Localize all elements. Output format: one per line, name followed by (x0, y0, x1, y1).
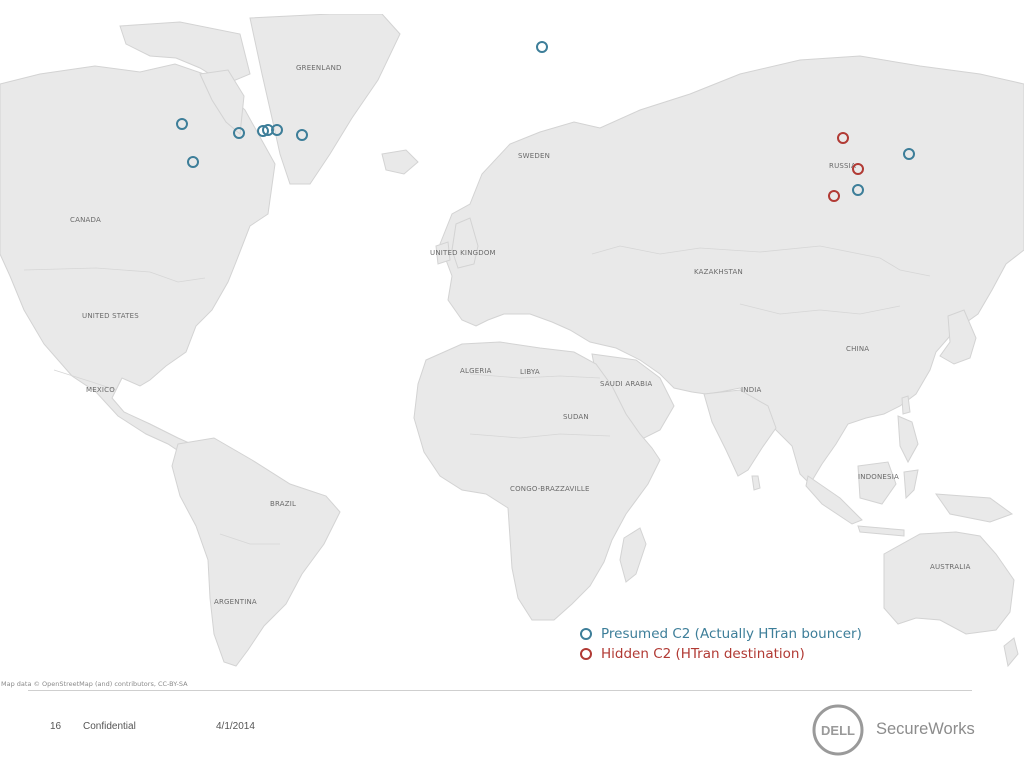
label-united-states: UNITED STATES (82, 312, 139, 320)
sumatra (805, 475, 863, 525)
classification-label: Confidential (83, 721, 136, 732)
madagascar (619, 527, 647, 583)
label-india: INDIA (741, 386, 762, 394)
taiwan (901, 395, 911, 415)
label-argentina: ARGENTINA (214, 598, 257, 606)
dell-logo-text: DELL (821, 723, 855, 738)
brand-name: SecureWorks (876, 720, 975, 738)
page-number: 16 (50, 721, 62, 732)
label-brazil: BRAZIL (270, 500, 297, 508)
label-kazakhstan: KAZAKHSTAN (694, 268, 743, 276)
label-indonesia: INDONESIA (858, 473, 899, 481)
sri-lanka (751, 475, 761, 491)
presumed-c2-marker[interactable] (851, 183, 864, 196)
label-australia: AUSTRALIA (930, 563, 971, 571)
new-zealand (1003, 637, 1019, 668)
label-congo-brazzaville: CONGO-BRAZZAVILLE (510, 485, 590, 493)
map-attribution: Map data © OpenStreetMap (and) contribut… (1, 680, 188, 688)
label-sweden: SWEDEN (518, 152, 551, 160)
label-china: CHINA (846, 345, 870, 353)
label-libya: LIBYA (520, 368, 540, 376)
world-map (0, 14, 1024, 668)
dell-logo-icon: DELL (812, 704, 864, 756)
presumed-c2-marker[interactable] (175, 118, 188, 131)
label-canada: CANADA (70, 216, 101, 224)
sulawesi (903, 469, 919, 500)
presumed-c2-marker[interactable] (295, 129, 308, 142)
borneo (857, 461, 897, 505)
hidden-c2-marker[interactable] (828, 189, 841, 202)
philippines (897, 415, 919, 464)
label-greenland: GREENLAND (296, 64, 342, 72)
legend-item-hidden: Hidden C2 (HTran destination) (580, 644, 862, 664)
label-algeria: ALGERIA (460, 367, 492, 375)
legend: Presumed C2 (Actually HTran bouncer) Hid… (580, 624, 862, 664)
iceland-landmass (381, 149, 419, 175)
slide-date: 4/1/2014 (216, 721, 255, 732)
presumed-c2-marker[interactable] (903, 147, 916, 160)
hidden-circle-icon (580, 648, 592, 660)
new-guinea (934, 493, 1014, 523)
legend-item-presumed: Presumed C2 (Actually HTran bouncer) (580, 624, 862, 644)
legend-label-hidden: Hidden C2 (HTran destination) (601, 646, 805, 662)
label-mexico: MEXICO (86, 386, 115, 394)
label-sudan: SUDAN (563, 413, 589, 421)
hidden-c2-marker[interactable] (851, 163, 864, 176)
presumed-c2-marker[interactable] (270, 124, 283, 137)
presumed-circle-icon (580, 628, 592, 640)
south-america-landmass (171, 437, 341, 667)
footer-divider (28, 690, 972, 691)
legend-label-presumed: Presumed C2 (Actually HTran bouncer) (601, 626, 862, 642)
australia-landmass (883, 531, 1015, 635)
label-saudi-arabia: SAUDI ARABIA (600, 380, 653, 388)
java (857, 525, 905, 537)
label-united-kingdom: UNITED KINGDOM (430, 249, 496, 257)
